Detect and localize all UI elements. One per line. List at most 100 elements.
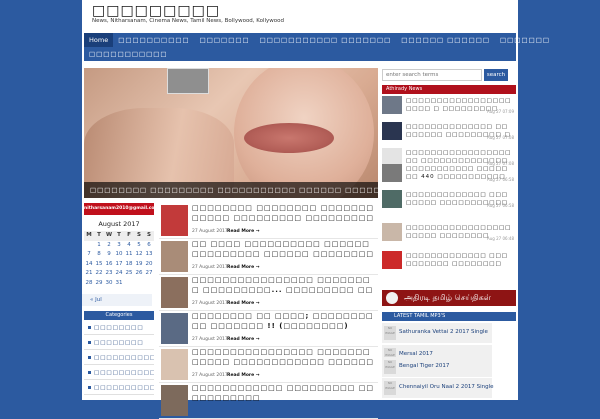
- nav-item[interactable]: □□□□□□□: [195, 33, 255, 47]
- featured-slider[interactable]: □□□□□□□□ □□□□□□□□□ □□□□□□□□□□□ □□□□□□ □□…: [84, 68, 378, 198]
- nav-item[interactable]: □□□□□□□□□□: [113, 33, 194, 47]
- calendar-day[interactable]: 2: [104, 240, 114, 250]
- search-button[interactable]: search: [484, 69, 508, 81]
- athirady-banner[interactable]: அதிரடி தமிழ் செய்திகள்: [382, 290, 516, 306]
- post-item[interactable]: □□□□□□□□□□□□ □□□□□□□□□ □□□□□□□□□□□: [159, 383, 378, 419]
- news-thumbnail[interactable]: [382, 122, 402, 140]
- search-input[interactable]: [382, 69, 482, 81]
- mp3-item[interactable]: NO IMAGE Sathuranka Vettai 2 2017 Single: [382, 323, 492, 343]
- post-thumbnail[interactable]: [161, 349, 188, 380]
- calendar-day[interactable]: 6: [144, 240, 154, 250]
- read-more-link[interactable]: Read More →: [227, 373, 260, 378]
- calendar-day[interactable]: 18: [124, 259, 134, 269]
- calendar-day[interactable]: 7: [84, 250, 94, 260]
- side-news-item[interactable]: □□□□□□□□□□□ □□□□□□□ 440 □□□□□□□□□□□ Aug …: [382, 163, 516, 183]
- post-item[interactable]: □□□□□□□□□□□□□□□□ □□□□□□□□ □□□□□□□□□... □…: [159, 275, 378, 311]
- category-item[interactable]: □□□□□□□□: [84, 321, 154, 335]
- category-label[interactable]: □□□□□□□□□□: [94, 385, 154, 391]
- calendar-day[interactable]: 14: [84, 259, 94, 269]
- category-label[interactable]: □□□□□□□□□□: [94, 355, 154, 361]
- category-label[interactable]: □□□□□□□□□□□: [94, 370, 154, 376]
- calendar-day[interactable]: 4: [124, 240, 134, 250]
- nav-item-home[interactable]: Home: [84, 33, 114, 47]
- mp3-item[interactable]: NO IMAGE Bengal Tiger 2017: [382, 357, 492, 377]
- calendar-day[interactable]: 23: [104, 269, 114, 279]
- calendar-day[interactable]: 10: [114, 250, 124, 260]
- calendar-day[interactable]: 30: [104, 278, 114, 288]
- calendar-day[interactable]: 27: [144, 269, 154, 279]
- post-title[interactable]: □□□□□□□□□□□□□□□□ □□□□□□□□□□□□ □□□□□□□□□□…: [192, 348, 376, 368]
- slider-caption[interactable]: □□□□□□□□ □□□□□□□□□ □□□□□□□□□□□ □□□□□□ □□…: [84, 182, 378, 198]
- news-title[interactable]: □□□□□□□□□□□□□ □□□□□□□□□□ □□□□□□□□: [406, 252, 514, 268]
- nav-item[interactable]: □□□□□□□□□□□ □□□□□□□: [255, 33, 397, 47]
- news-thumbnail[interactable]: [382, 223, 402, 241]
- post-title[interactable]: □□□□□□□□ □□□□□□□□ □□□□□□□□□□□□ □□□□□□□□□…: [192, 204, 376, 224]
- mp3-title[interactable]: Sathuranka Vettai 2 2017 Single: [399, 329, 488, 335]
- slider-thumbnail[interactable]: [167, 68, 209, 94]
- side-news-item[interactable]: □□□□□□□□□□□□□□□□□□□□□ □ □□□□□□□□□ Aug 27…: [382, 95, 516, 115]
- read-more-link[interactable]: Read More →: [227, 301, 260, 306]
- post-title[interactable]: □□□□□□□□□□□□ □□□□□□□□□ □□□□□□□□□□□: [192, 384, 376, 404]
- calendar-day[interactable]: 26: [134, 269, 144, 279]
- post-item[interactable]: □□□□□□□□ □□ □□□□; □□□□□□□□ □□ □□□□□□□ !!…: [159, 311, 378, 347]
- calendar-day[interactable]: 3: [114, 240, 124, 250]
- calendar-day[interactable]: 19: [134, 259, 144, 269]
- post-title[interactable]: □□ □□□□ □□□□□□□□□□ □□□□□□□□□□□□□□□ □□□□□…: [192, 240, 376, 260]
- mp3-item[interactable]: NO IMAGE Chennaiyil Oru Naal 2 2017 Sing…: [382, 378, 494, 398]
- category-item[interactable]: □□□□□□□□□□□: [84, 366, 154, 380]
- calendar-day[interactable]: 22: [94, 269, 104, 279]
- post-item[interactable]: □□□□□□□□□□□□□□□□ □□□□□□□□□□□□ □□□□□□□□□□…: [159, 347, 378, 383]
- post-item[interactable]: □□ □□□□ □□□□□□□□□□ □□□□□□□□□□□□□□□ □□□□□…: [159, 239, 378, 275]
- post-thumbnail[interactable]: [161, 277, 188, 308]
- read-more-link[interactable]: Read More →: [227, 265, 260, 270]
- nav-item[interactable]: □□□□□□□□□□□: [84, 47, 173, 61]
- post-thumbnail[interactable]: [161, 241, 188, 272]
- post-title[interactable]: □□□□□□□□□□□□□□□□ □□□□□□□□ □□□□□□□□□... □…: [192, 276, 376, 296]
- mp3-title[interactable]: Bengal Tiger 2017: [399, 363, 449, 369]
- post-item[interactable]: □□□□□□□□ □□□□□□□□ □□□□□□□□□□□□ □□□□□□□□□…: [159, 203, 378, 239]
- calendar-day[interactable]: 31: [114, 278, 124, 288]
- calendar-day[interactable]: 13: [144, 250, 154, 260]
- news-thumbnail[interactable]: [382, 251, 402, 269]
- category-label[interactable]: □□□□□□□□: [94, 340, 144, 346]
- calendar-day[interactable]: 28: [84, 278, 94, 288]
- read-more-link[interactable]: Read More →: [227, 337, 260, 342]
- calendar-day[interactable]: 5: [134, 240, 144, 250]
- news-thumbnail[interactable]: [382, 96, 402, 114]
- post-title[interactable]: □□□□□□□□ □□ □□□□; □□□□□□□□ □□ □□□□□□□ !!…: [192, 312, 376, 332]
- nav-item[interactable]: □□□□□□□: [495, 33, 555, 47]
- calendar-day[interactable]: 17: [114, 259, 124, 269]
- calendar-day[interactable]: 15: [94, 259, 104, 269]
- calendar-day[interactable]: 24: [114, 269, 124, 279]
- calendar-day[interactable]: 12: [134, 250, 144, 260]
- calendar-day[interactable]: 25: [124, 269, 134, 279]
- calendar-day[interactable]: 1: [94, 240, 104, 250]
- calendar-prev-month-link[interactable]: « Jul: [82, 294, 152, 306]
- site-title[interactable]: □□□□□□□□□: [92, 3, 220, 19]
- side-news-item[interactable]: □□□□□□□□□□□□□□ □□□□□□□□ □□□□□□□□□ □□□□□□…: [382, 121, 516, 141]
- side-news-item[interactable]: □□□□□□□□□□□□□ □□□□□□□□□□ □□□□□□□□: [382, 250, 516, 270]
- main-navigation: Home □□□□□□□□□□ □□□□□□□ □□□□□□□□□□□ □□□□…: [84, 33, 549, 61]
- nav-item[interactable]: □□□□□□ □□□□□□: [396, 33, 495, 47]
- read-more-link[interactable]: Read More →: [227, 229, 260, 234]
- calendar-day[interactable]: 9: [104, 250, 114, 260]
- calendar-day[interactable]: 16: [104, 259, 114, 269]
- category-item[interactable]: □□□□□□□□□□: [84, 351, 154, 365]
- news-thumbnail[interactable]: [382, 164, 402, 182]
- category-label[interactable]: □□□□□□□□: [94, 325, 144, 331]
- calendar-day[interactable]: 21: [84, 269, 94, 279]
- post-thumbnail[interactable]: [161, 313, 188, 344]
- category-item[interactable]: □□□□□□□□: [84, 336, 154, 350]
- mp3-title[interactable]: Chennaiyil Oru Naal 2 2017 Single: [399, 384, 494, 390]
- post-thumbnail[interactable]: [161, 205, 188, 236]
- side-news-item[interactable]: □□□□□□□□□□□□□□□□□□□□□□ □□□□□□□□ Aug 27 0…: [382, 222, 516, 242]
- email-contact[interactable]: nitharsanam2010@gmail.com: [84, 203, 159, 215]
- calendar-day[interactable]: 20: [144, 259, 154, 269]
- side-news-item[interactable]: □□□□□□□□□□□□□ □□□□□□□□ □□□□□□□□□□□ Aug 2…: [382, 189, 516, 209]
- category-item[interactable]: □□□□□□□□□□: [84, 381, 154, 395]
- post-thumbnail[interactable]: [161, 385, 188, 416]
- calendar-day[interactable]: 29: [94, 278, 104, 288]
- news-thumbnail[interactable]: [382, 190, 402, 208]
- calendar-day[interactable]: 11: [124, 250, 134, 260]
- calendar-day[interactable]: 8: [94, 250, 104, 260]
